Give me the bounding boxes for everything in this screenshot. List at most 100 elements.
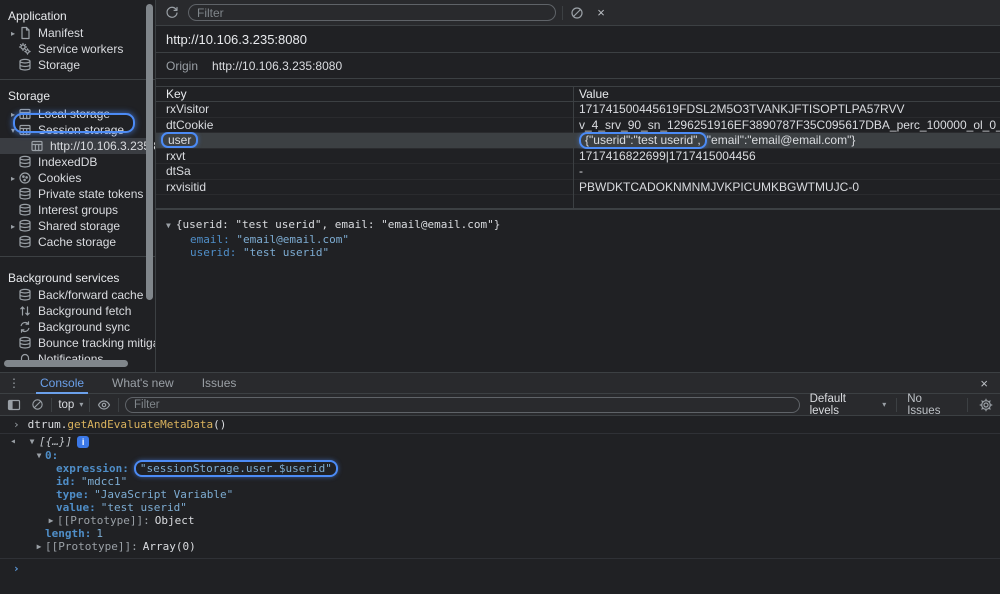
table-row[interactable]: dtSa -: [156, 164, 1000, 180]
sidebar-item-shared-storage[interactable]: ▸ Shared storage: [0, 218, 155, 234]
command-chevron-icon: ›: [13, 418, 20, 431]
console-command-entry[interactable]: › dtrum.getAndEvaluateMetaData(): [0, 416, 1000, 434]
sidebar-item-label: Manifest: [38, 26, 83, 40]
tree-row-length: length: 1: [0, 527, 1000, 540]
chevron-right-icon[interactable]: ▸: [8, 174, 18, 183]
chevron-right-icon[interactable]: ▸: [8, 222, 18, 231]
sidebar-item-service-workers[interactable]: Service workers: [0, 41, 155, 57]
key-column-header[interactable]: Key: [156, 87, 573, 101]
storage-key: dtCookie: [156, 118, 573, 132]
storage-value: 171741500445619FDSL2M5O3TVANKJFTISOPTLPA…: [573, 102, 1000, 116]
storage-domain-header: http://10.106.3.235:8080: [156, 26, 1000, 53]
sidebar-item-session-storage-origin[interactable]: http://10.106.3.235:80: [0, 138, 147, 154]
object-preview: [{…}]: [39, 435, 72, 448]
sidebar-item-label: Session storage: [38, 123, 124, 137]
sidebar-item-cookies[interactable]: ▸ Cookies: [0, 170, 155, 186]
tab-console[interactable]: Console: [30, 373, 94, 394]
sidebar-item-label: Background sync: [38, 320, 130, 334]
tree-row-prototype-object[interactable]: ▶ [[Prototype]]: Object: [0, 514, 1000, 527]
sidebar-item-session-storage[interactable]: ▾ Session storage: [0, 122, 155, 138]
sidebar-item-storage[interactable]: Storage: [0, 57, 155, 73]
sidebar-item-bounce-tracking-mitigations[interactable]: Bounce tracking mitigati: [0, 335, 155, 351]
sidebar-item-local-storage[interactable]: ▸ Local storage: [0, 106, 155, 122]
database-icon: [18, 219, 32, 233]
storage-key: user: [156, 132, 573, 148]
preview-summary-row[interactable]: ▼{userid: "test userid", email: "email@e…: [166, 218, 1000, 233]
refresh-icon[interactable]: [164, 5, 180, 21]
table-row[interactable]: rxvt 1717416822699|1717415004456: [156, 149, 1000, 165]
column-divider[interactable]: [573, 87, 574, 208]
sidebar-item-label: Cookies: [38, 171, 81, 185]
clear-all-icon[interactable]: [569, 5, 585, 21]
divider: [89, 398, 90, 412]
console-prompt[interactable]: ›: [0, 559, 1000, 577]
section-title-application: Application: [0, 0, 155, 25]
tree-row-expression: expression: "sessionStorage.user.$userid…: [0, 462, 1000, 475]
default-levels-dropdown[interactable]: Default levels: [810, 393, 878, 417]
chevron-right-icon[interactable]: ▸: [8, 29, 18, 38]
database-icon: [18, 155, 32, 169]
annotation-expression-value: "sessionStorage.user.$userid": [134, 460, 338, 477]
table-row[interactable]: dtCookie v_4_srv_90_sn_1296251916EF38907…: [156, 118, 1000, 134]
divider: [896, 398, 897, 412]
sidebar-item-private-state-tokens[interactable]: Private state tokens: [0, 186, 155, 202]
sidebar-item-background-fetch[interactable]: Background fetch: [0, 303, 155, 319]
table-row[interactable]: rxvisitid PBWDKTCADOKNMNMJVKPICUMKBGWTMU…: [156, 180, 1000, 196]
divider: [118, 398, 119, 412]
triangle-down-icon[interactable]: ▼: [26, 437, 38, 446]
storage-value: {"userid":"test userid","email":"email@e…: [573, 132, 1000, 149]
sidebar-item-cache-storage[interactable]: Cache storage: [0, 234, 155, 250]
close-drawer-icon[interactable]: ×: [980, 376, 988, 391]
console-settings-gear-icon[interactable]: [978, 397, 994, 413]
tree-row-type: type: "JavaScript Variable": [0, 488, 1000, 501]
console-result-entry[interactable]: ◂ ▼ [{…}] i ▼ 0: expression: "sessionSto…: [0, 434, 1000, 559]
triangle-down-icon[interactable]: ▼: [166, 221, 171, 230]
chevron-down-icon[interactable]: ▾: [8, 126, 18, 135]
command-method: getAndEvaluateMetaData: [67, 418, 213, 431]
return-value-icon: ◂: [10, 436, 26, 447]
database-icon: [18, 288, 32, 302]
sidebar-item-interest-groups[interactable]: Interest groups: [0, 202, 155, 218]
triangle-right-icon[interactable]: ▶: [33, 542, 45, 551]
table-row-selected[interactable]: user {"userid":"test userid","email":"em…: [156, 133, 1000, 149]
sidebar-item-indexeddb[interactable]: IndexedDB: [0, 154, 155, 170]
triangle-down-icon[interactable]: ▼: [33, 451, 45, 460]
console-filter-input[interactable]: [125, 397, 800, 413]
tab-issues[interactable]: Issues: [192, 373, 247, 394]
sidebar-vertical-scrollbar[interactable]: [146, 4, 153, 300]
storage-value-rest: "email":"email@email.com"}: [707, 133, 856, 147]
table-row[interactable]: rxVisitor 171741500445619FDSL2M5O3TVANKJ…: [156, 102, 1000, 118]
tree-value: "mdcc1": [81, 475, 127, 488]
triangle-right-icon[interactable]: ▶: [45, 516, 57, 525]
sidebar-item-label: Shared storage: [38, 219, 120, 233]
more-options-icon[interactable]: ⋮: [8, 376, 20, 390]
sidebar-item-back-forward-cache[interactable]: Back/forward cache: [0, 287, 155, 303]
info-icon[interactable]: i: [77, 436, 89, 448]
sidebar-horizontal-scrollbar[interactable]: [4, 360, 128, 367]
eye-icon[interactable]: [96, 397, 112, 413]
tree-value: "JavaScript Variable": [94, 488, 233, 501]
result-line[interactable]: ◂ ▼ [{…}] i: [0, 434, 1000, 449]
sidebar-item-manifest[interactable]: ▸ Manifest: [0, 25, 155, 41]
chevron-right-icon[interactable]: ▸: [8, 110, 18, 119]
tree-key: type:: [56, 488, 89, 501]
table-header: Key Value: [156, 87, 1000, 102]
sidebar-item-background-sync[interactable]: Background sync: [0, 319, 155, 335]
delete-selected-icon[interactable]: ×: [593, 5, 609, 21]
context-selector[interactable]: top: [58, 399, 74, 411]
issues-counter[interactable]: No Issues: [907, 393, 957, 417]
clear-console-icon[interactable]: [30, 397, 46, 413]
section-title-background-services: Background services: [0, 263, 155, 287]
storage-key: rxvisitid: [156, 180, 573, 194]
caret-down-icon: ▾: [882, 400, 886, 409]
console-drawer: ⋮ Console What's new Issues × top ▾ Defa…: [0, 372, 1000, 594]
tab-whats-new[interactable]: What's new: [102, 373, 184, 394]
tree-row-prototype-array[interactable]: ▶ [[Prototype]]: Array(0): [0, 540, 1000, 553]
storage-filter-input[interactable]: [188, 4, 556, 21]
sidebar-item-label: Background fetch: [38, 304, 131, 318]
tree-key: value:: [56, 501, 96, 514]
console-sidebar-toggle-icon[interactable]: [6, 397, 22, 413]
value-column-header[interactable]: Value: [573, 87, 1000, 101]
sidebar-item-label: Private state tokens: [38, 187, 143, 201]
origin-row: Origin http://10.106.3.235:8080: [156, 53, 1000, 79]
